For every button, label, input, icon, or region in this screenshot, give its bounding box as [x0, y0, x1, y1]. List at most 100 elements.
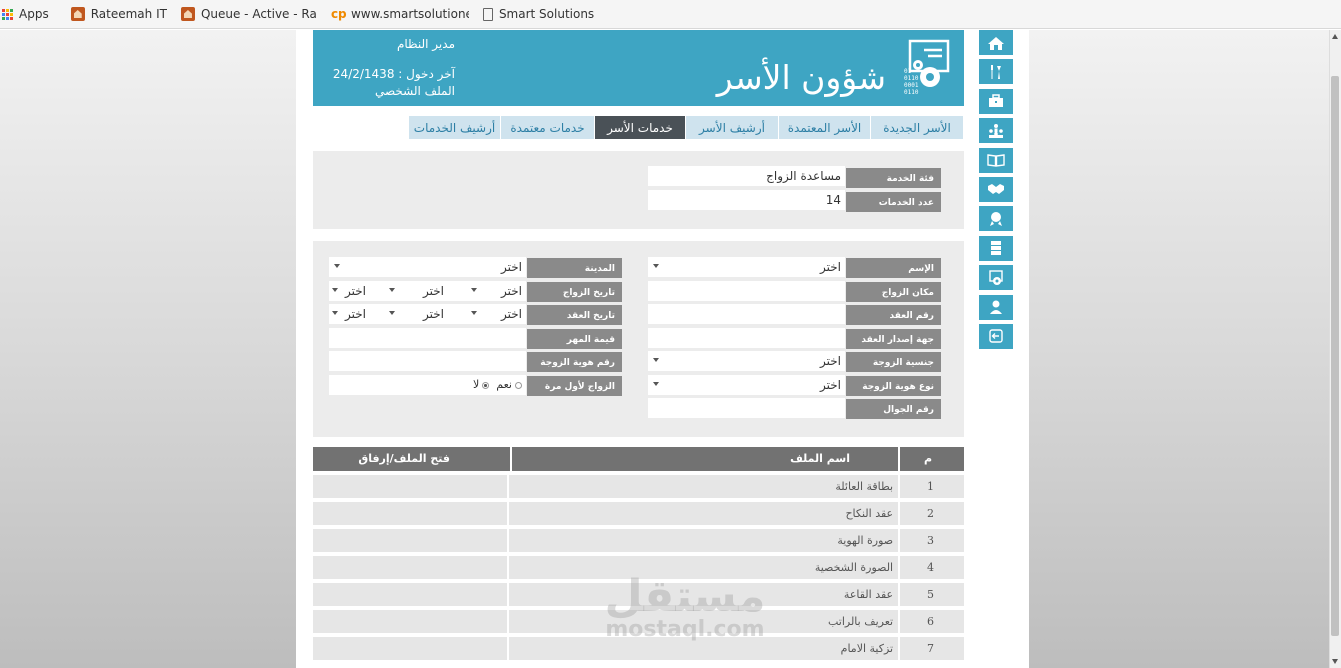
row-number: 1	[900, 475, 964, 498]
dowry-input[interactable]	[329, 328, 526, 348]
wife-nationality-select[interactable]: اختر	[648, 351, 845, 371]
scroll-down-arrow-icon[interactable]	[1332, 659, 1338, 664]
name-label: الإسم	[846, 258, 941, 278]
scroll-up-arrow-icon[interactable]	[1332, 34, 1338, 39]
row-open-attach[interactable]	[313, 637, 508, 660]
page-background-right	[1029, 30, 1341, 668]
contract-date-month[interactable]: اختر	[423, 304, 444, 324]
radio-yes[interactable]	[515, 381, 522, 389]
nav-server-button[interactable]	[979, 235, 1013, 261]
tab-family-services[interactable]: خدمات الأسر	[594, 116, 685, 139]
table-row: 1 بطاقة العائلة	[313, 475, 964, 498]
row-number: 5	[900, 583, 964, 606]
marriage-date-select[interactable]: اختر اختر اختر	[329, 281, 526, 301]
tab-approved-services[interactable]: خدمات معتمدة	[500, 116, 594, 139]
radio-no[interactable]	[482, 381, 490, 389]
apps-grid-icon	[2, 8, 13, 20]
service-count-value: 14	[648, 190, 845, 210]
bookmark-queue[interactable]: Queue - Active - Rate	[180, 7, 317, 21]
wife-id-type-value: اختر	[820, 378, 841, 392]
tab-approved-families[interactable]: الأسر المعتمدة	[778, 116, 870, 139]
row-number: 4	[900, 556, 964, 579]
tab-families-archive[interactable]: أرشيف الأسر	[685, 116, 778, 139]
contract-date-year[interactable]: اختر	[345, 304, 366, 324]
nav-handshake-button[interactable]	[979, 176, 1013, 202]
handshake-icon	[988, 184, 1004, 195]
row-open-attach[interactable]	[313, 529, 508, 552]
bookmark-rateemah[interactable]: Rateemah IT	[70, 7, 167, 21]
row-open-attach[interactable]	[313, 610, 508, 633]
row-open-attach[interactable]	[313, 475, 508, 498]
col-number-header: م	[923, 452, 932, 465]
profile-link[interactable]: الملف الشخصي	[319, 83, 455, 100]
table-header: م اسم الملف فتح الملف/إرفاق	[313, 447, 964, 471]
last-login: آخر دخول : 24/2/1438	[332, 67, 455, 81]
service-count-label: عدد الخدمات	[846, 192, 941, 212]
wife-id-number-input[interactable]	[329, 351, 526, 371]
table-row: 4 الصورة الشخصية	[313, 556, 964, 579]
row-open-attach[interactable]	[313, 556, 508, 579]
marriage-place-input[interactable]	[648, 281, 845, 301]
house-icon	[180, 7, 195, 21]
marriage-date-label: تاريخ الزواج	[527, 282, 622, 302]
page-background-left	[0, 30, 296, 668]
row-number: 7	[900, 637, 964, 660]
family-affairs-logo-icon: 01 0110 0001 0110	[904, 39, 950, 96]
scrollbar-thumb[interactable]	[1331, 76, 1339, 636]
first-marriage-radio-group: نعم لا	[329, 375, 526, 395]
nav-logout-button[interactable]	[979, 323, 1013, 349]
marriage-date-year[interactable]: اختر	[345, 281, 366, 301]
nav-book-button[interactable]	[979, 147, 1013, 173]
service-summary-panel: فئة الخدمة مساعدة الزواج عدد الخدمات 14	[313, 151, 964, 229]
city-select[interactable]: اختر	[329, 257, 526, 277]
user-icon	[990, 300, 1002, 315]
main-page: مدير النظام آخر دخول : 24/2/1438 الملف ا…	[296, 30, 1029, 668]
marriage-date-month[interactable]: اختر	[423, 281, 444, 301]
name-select[interactable]: اختر	[648, 257, 845, 277]
logout-icon	[989, 329, 1003, 344]
chevron-down-icon	[653, 358, 659, 362]
contract-date-select[interactable]: اختر اختر اختر	[329, 304, 526, 324]
nav-home-button[interactable]	[979, 30, 1013, 55]
bookmark-smart-solutions[interactable]: Smart Solutions	[482, 7, 594, 21]
row-open-attach[interactable]	[313, 502, 508, 525]
radio-yes-label: نعم	[496, 378, 512, 391]
row-filename: بطاقة العائلة	[509, 475, 899, 498]
cp-icon: cp	[330, 7, 347, 21]
tab-new-families[interactable]: الأسر الجديدة	[870, 116, 963, 139]
tools-icon	[991, 64, 1001, 79]
chevron-down-icon	[389, 288, 395, 292]
server-icon	[991, 241, 1001, 256]
contract-issuer-input[interactable]	[648, 328, 845, 348]
report-gear-icon	[989, 269, 1003, 285]
contract-date-day[interactable]: اختر	[501, 304, 522, 324]
chevron-down-icon	[332, 288, 338, 292]
table-row: 2 عقد النكاح	[313, 502, 964, 525]
wife-nationality-label: جنسية الزوجة	[846, 352, 941, 372]
bookmark-label: Rateemah IT	[90, 7, 167, 21]
nav-people-button[interactable]	[979, 118, 1013, 144]
nav-report-button[interactable]	[979, 265, 1013, 291]
vertical-scrollbar[interactable]	[1329, 30, 1341, 668]
nav-badge-button[interactable]	[979, 206, 1013, 232]
row-filename: تزكية الامام	[509, 637, 899, 660]
tab-services-archive[interactable]: أرشيف الخدمات	[408, 116, 500, 139]
marriage-date-day[interactable]: اختر	[501, 281, 522, 301]
bookmark-smartsolution[interactable]: cp www.smartsolutioneg	[331, 7, 469, 21]
contract-number-input[interactable]	[648, 304, 845, 324]
chevron-down-icon	[389, 311, 395, 315]
marriage-form-panel: الإسم اختر مكان الزواج رقم العقد جهة إصد…	[313, 241, 964, 437]
row-filename: عقد القاعة	[509, 583, 899, 606]
bookmark-apps[interactable]: Apps	[2, 7, 49, 21]
nav-briefcase-button[interactable]	[979, 88, 1013, 114]
wife-id-type-select[interactable]: اختر	[648, 375, 845, 395]
name-select-value: اختر	[820, 260, 841, 274]
mobile-input[interactable]	[648, 398, 845, 418]
document-icon	[482, 7, 493, 21]
row-open-attach[interactable]	[313, 583, 508, 606]
nav-user-button[interactable]	[979, 294, 1013, 320]
row-number: 6	[900, 610, 964, 633]
svg-text:0110: 0110	[904, 89, 919, 96]
svg-text:0110: 0110	[904, 75, 919, 82]
nav-tools-button[interactable]	[979, 59, 1013, 85]
